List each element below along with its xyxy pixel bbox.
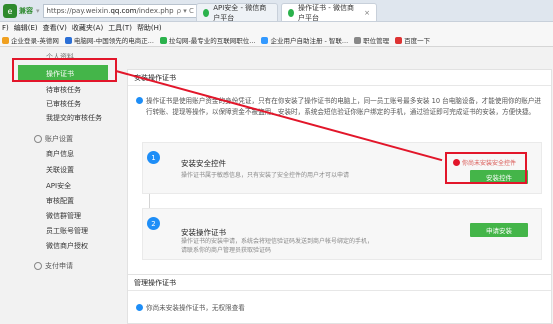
payment-icon (34, 262, 42, 270)
sidebar-item-my-submitted[interactable]: 我提交的审核任务 (46, 113, 102, 123)
step-description-line1: 操作证书的安装申请，系统会将短信验证码发送到商户帐号绑定的手机， (181, 238, 374, 245)
menu-help[interactable]: 帮助(H) (137, 23, 162, 33)
sidebar-item-link-settings[interactable]: 关联设置 (46, 165, 74, 175)
info-icon (136, 97, 143, 104)
menu-view[interactable]: 查看(V) (43, 23, 67, 33)
step-description: 操作证书属于敏感信息，只有安装了安全控件的用户才可以申请 (181, 172, 350, 179)
favorite-link[interactable]: 企业用户自助注册 - 智联... (261, 35, 348, 45)
favorite-link[interactable]: 职位管理 (354, 35, 389, 45)
apply-install-button[interactable]: 申请安装 (470, 223, 528, 237)
favorite-link[interactable]: 拉勾网-最专业的互联网职位... (159, 35, 255, 45)
favorite-link[interactable]: 企业登录-英德网 (2, 35, 59, 45)
address-bar: e 兼容 ▾ https://pay.weixin. qq.com/index.p… (0, 3, 203, 19)
sidebar-item-api-security[interactable]: API安全 (46, 181, 71, 191)
step-description-line2: 请联系你的商户管理员获取验证码 (181, 247, 272, 254)
highlight-box-sidebar (12, 58, 117, 82)
info-icon (136, 304, 143, 311)
sidebar-item-merchant-info[interactable]: 商户信息 (46, 149, 74, 159)
menu-tools[interactable]: 工具(T) (108, 23, 132, 33)
url-prefix: https://pay.weixin. (46, 7, 111, 15)
url-host: qq.com (110, 7, 137, 15)
step-number: 2 (147, 217, 160, 230)
url-actions-icon[interactable]: ρ ▾ C (177, 7, 194, 15)
gear-icon (34, 135, 42, 143)
panel-title: 管理操作证书 (128, 275, 551, 291)
sidebar: 个人资料 操作证书 待审核任务 已审核任务 我提交的审核任务 账户设置 商户信息… (0, 47, 125, 323)
dropdown-chevron-icon[interactable]: ▾ (36, 7, 40, 15)
tab-label: API安全 - 微信商户平台 (213, 3, 267, 22)
favorite-link[interactable]: 百度一下 (395, 35, 430, 45)
url-input[interactable]: https://pay.weixin. qq.com/index.php ρ ▾ … (42, 4, 203, 18)
manage-notice: 你尚未安装操作证书，无权限查看 (136, 303, 546, 314)
wechat-pay-icon (203, 8, 210, 17)
sidebar-item-staff-accounts[interactable]: 员工账号管理 (46, 226, 88, 236)
sidebar-item-pending-review[interactable]: 待审核任务 (46, 85, 81, 95)
step-title: 安装安全控件 (181, 159, 226, 168)
menu-edit[interactable]: 编辑(E) (14, 23, 38, 33)
menu-bar: F) 编辑(E) 查看(V) 收藏夹(A) 工具(T) 帮助(H) (0, 22, 553, 34)
menu-favorites[interactable]: 收藏夹(A) (72, 23, 103, 33)
tab-api-security[interactable]: API安全 - 微信商户平台 (196, 3, 278, 22)
sidebar-item-reviewed[interactable]: 已审核任务 (46, 99, 81, 109)
compat-mode-label[interactable]: 兼容 (19, 6, 33, 16)
tab-operation-cert[interactable]: 操作证书 - 微信商户平台 × (281, 3, 377, 22)
menu-file[interactable]: F) (2, 24, 9, 32)
sidebar-item-merchant-auth[interactable]: 微信商户授权 (46, 241, 88, 251)
main-content: 安装操作证书 操作证书是使用账户资金的身份凭证，只有在你安装了操作证书的电脑上，… (127, 47, 553, 324)
sidebar-group-pay[interactable]: 支付申请 (34, 261, 73, 271)
sidebar-item-group-manage[interactable]: 微信群管理 (46, 211, 81, 221)
favorite-link[interactable]: 电脑网-中国领先的电商正... (64, 35, 154, 45)
sidebar-item-review-config[interactable]: 审核配置 (46, 196, 74, 206)
highlight-box-install (445, 152, 527, 184)
close-tab-icon[interactable]: × (364, 9, 370, 17)
cert-notice: 操作证书是使用账户资金的身份凭证，只有在你安装了操作证书的电脑上，同一员工账号最… (136, 96, 546, 117)
favorites-bar: 企业登录-英德网 电脑网-中国领先的电商正... 拉勾网-最专业的互联网职位..… (0, 34, 553, 47)
step-install-cert: 2 安装操作证书 操作证书的安装申请，系统会将短信验证码发送到商户帐号绑定的手机… (142, 208, 542, 260)
browser-tab-bar: e 兼容 ▾ https://pay.weixin. qq.com/index.p… (0, 0, 553, 22)
url-suffix: /index.php (136, 7, 174, 15)
step-number: 1 (147, 151, 160, 164)
sidebar-group-account[interactable]: 账户设置 (34, 134, 73, 144)
panel-title: 安装操作证书 (128, 70, 551, 86)
wechat-pay-icon (288, 8, 295, 17)
manage-cert-panel: 管理操作证书 你尚未安装操作证书，无权限查看 (127, 274, 552, 324)
tab-label: 操作证书 - 微信商户平台 (298, 3, 355, 22)
browser-logo-icon: e (3, 4, 17, 18)
